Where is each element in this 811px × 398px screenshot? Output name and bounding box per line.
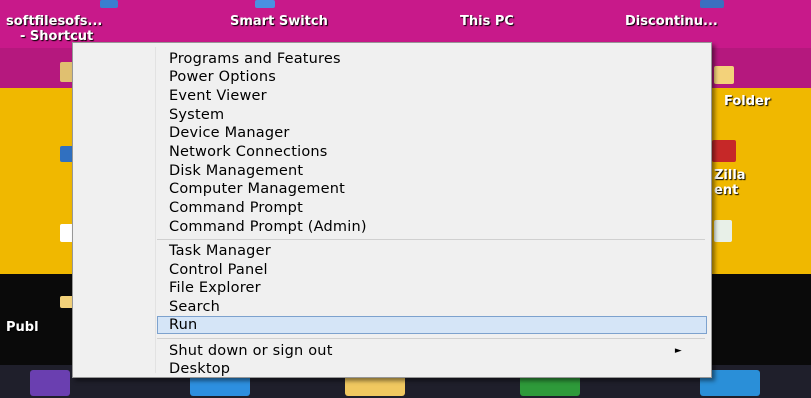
desktop-icon-label-line2: ent (714, 183, 739, 198)
menu-item-run[interactable]: Run (157, 316, 707, 334)
menu-item-system[interactable]: System (161, 106, 706, 124)
menu-item-command-prompt-admin[interactable]: Command Prompt (Admin) (161, 218, 706, 236)
menu-icon-gutter (155, 47, 156, 373)
menu-item-shut-down-or-sign-out[interactable]: Shut down or sign out ► (161, 342, 706, 360)
desktop-icon-public[interactable]: Publ (6, 320, 39, 335)
menu-item-event-viewer[interactable]: Event Viewer (161, 87, 706, 105)
menu-item-label: Shut down or sign out (169, 343, 333, 359)
menu-separator (157, 338, 705, 339)
menu-item-desktop[interactable]: Desktop (161, 360, 706, 378)
document-icon[interactable] (714, 220, 732, 242)
desktop-icon-label: Discontinu... (625, 14, 718, 29)
menu-separator (157, 239, 705, 240)
desktop-icon-label: Zilla (714, 168, 746, 183)
start-button[interactable] (30, 370, 70, 396)
discontinued-icon[interactable] (700, 0, 724, 8)
desktop-icon-this-pc[interactable]: This PC (460, 14, 514, 29)
submenu-arrow-icon: ► (674, 346, 682, 356)
desktop-icon-smart-switch[interactable]: Smart Switch (230, 14, 328, 29)
folder-icon[interactable] (714, 66, 734, 84)
winx-context-menu: Programs and Features Power Options Even… (72, 42, 712, 378)
desktop-icon-folder[interactable]: Folder (724, 94, 770, 109)
menu-item-network-connections[interactable]: Network Connections (161, 143, 706, 161)
desktop-icon-label: Smart Switch (230, 14, 328, 29)
menu-item-search[interactable]: Search (161, 298, 706, 316)
menu-item-task-manager[interactable]: Task Manager (161, 242, 706, 260)
filezilla-icon[interactable] (712, 140, 736, 162)
desktop-icon-filezilla[interactable]: Zilla ent (714, 168, 746, 198)
menu-item-device-manager[interactable]: Device Manager (161, 124, 706, 142)
menu-item-file-explorer[interactable]: File Explorer (161, 279, 706, 297)
desktop-icon-label: This PC (460, 14, 514, 29)
menu-item-control-panel[interactable]: Control Panel (161, 261, 706, 279)
desktop-icon-label: Publ (6, 320, 39, 335)
desktop-icon-discontinued[interactable]: Discontinu... (625, 14, 718, 29)
desktop-icon-label: softfilesofs... (6, 14, 103, 29)
desktop-icon-label: Folder (724, 94, 771, 109)
smart-switch-icon[interactable] (255, 0, 275, 8)
menu-item-computer-management[interactable]: Computer Management (161, 180, 706, 198)
menu-item-programs-and-features[interactable]: Programs and Features (161, 50, 706, 68)
desktop-icon-softfiles[interactable]: softfilesofs... - Shortcut (6, 14, 102, 44)
shortcut-icon[interactable] (100, 0, 118, 8)
menu-item-command-prompt[interactable]: Command Prompt (161, 199, 706, 217)
menu-item-disk-management[interactable]: Disk Management (161, 162, 706, 180)
menu-item-power-options[interactable]: Power Options (161, 68, 706, 86)
